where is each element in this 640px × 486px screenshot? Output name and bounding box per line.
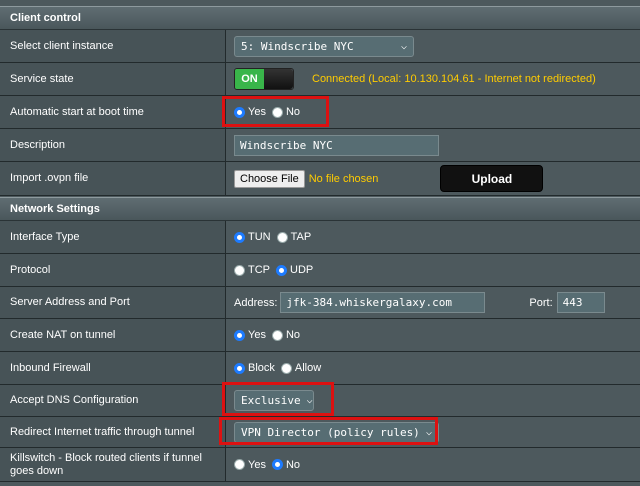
- row-value: TUN TAP: [226, 221, 640, 253]
- row-interface-type: Interface Type TUN TAP: [0, 221, 640, 254]
- row-value: Yes No: [226, 319, 640, 351]
- row-label: Redirect Internet traffic through tunnel: [0, 417, 226, 447]
- radio-label: TAP: [290, 231, 312, 243]
- row-create-nat: Create NAT on tunnel Yes No: [0, 319, 640, 352]
- interface-tap-radio[interactable]: [276, 231, 288, 243]
- highlight-box: [219, 417, 438, 445]
- row-label: Server Address and Port: [0, 287, 226, 318]
- select-value: 5: Windscribe NYC: [241, 39, 354, 53]
- server-address-input[interactable]: jfk-384.whiskergalaxy.com: [280, 292, 486, 313]
- client-instance-select[interactable]: 5: Windscribe NYC ⌵: [234, 35, 414, 57]
- row-value: Choose File No file chosen Upload: [226, 162, 640, 195]
- row-value: Yes No: [226, 448, 640, 481]
- section-title: Network Settings: [10, 203, 100, 215]
- port-label: Port:: [529, 296, 553, 309]
- row-import-ovpn: Import .ovpn file Choose File No file ch…: [0, 162, 640, 196]
- interface-tun-radio[interactable]: [234, 231, 245, 243]
- row-value: 5: Windscribe NYC ⌵: [226, 30, 640, 62]
- radio-label: Yes: [248, 458, 266, 471]
- description-input[interactable]: Windscribe NYC: [234, 134, 439, 156]
- row-service-state: Service state ON Connected (Local: 10.13…: [0, 63, 640, 96]
- radio-label: TCP: [248, 264, 270, 276]
- port-input[interactable]: 443: [556, 292, 605, 313]
- upload-button[interactable]: Upload: [440, 165, 544, 192]
- radio-label: UDP: [290, 264, 314, 276]
- protocol-tcp-radio[interactable]: [234, 264, 245, 276]
- row-value: Windscribe NYC: [226, 129, 640, 161]
- firewall-block-radio[interactable]: [234, 362, 245, 374]
- row-select-client-instance: Select client instance 5: Windscribe NYC…: [0, 30, 640, 63]
- killswitch-yes-radio[interactable]: [234, 459, 245, 470]
- radio-label: Block: [248, 362, 275, 374]
- row-label: Accept DNS Configuration: [0, 385, 226, 416]
- toggle-on-label: ON: [235, 69, 264, 89]
- row-label: Automatic start at boot time: [0, 96, 226, 128]
- nat-yes-radio[interactable]: [234, 329, 245, 341]
- row-label: Inbound Firewall: [0, 352, 226, 384]
- no-file-chosen-text: No file chosen: [308, 172, 379, 185]
- row-label: Interface Type: [0, 221, 226, 253]
- address-label: Address:: [234, 296, 278, 309]
- section-title: Client control: [10, 12, 81, 24]
- service-state-toggle[interactable]: ON: [234, 68, 294, 90]
- radio-label: TUN: [248, 231, 271, 243]
- toggle-knob: [264, 69, 293, 89]
- row-label: Import .ovpn file: [0, 162, 226, 195]
- row-label: Select client instance: [0, 30, 226, 62]
- row-label: Killswitch - Block routed clients if tun…: [0, 448, 226, 481]
- killswitch-no-radio[interactable]: [271, 459, 283, 470]
- radio-label: Yes: [248, 329, 266, 341]
- nat-no-radio[interactable]: [271, 329, 283, 341]
- row-description: Description Windscribe NYC: [0, 129, 640, 162]
- row-label: Service state: [0, 63, 226, 95]
- highlight-box: [222, 382, 334, 416]
- section-header-network-settings: Network Settings: [0, 197, 640, 221]
- row-server-address: Server Address and Port Address: jfk-384…: [0, 287, 640, 319]
- radio-label: No: [285, 458, 301, 471]
- row-label: Protocol: [0, 254, 226, 286]
- row-value: Address: jfk-384.whiskergalaxy.com Port:…: [226, 287, 640, 318]
- row-protocol: Protocol TCP UDP: [0, 254, 640, 287]
- row-label: Description: [0, 129, 226, 161]
- radio-label: Allow: [294, 362, 322, 374]
- highlight-box: [222, 96, 329, 127]
- row-value: ON Connected (Local: 10.130.104.61 - Int…: [226, 63, 640, 95]
- connection-status: Connected (Local: 10.130.104.61 - Intern…: [312, 73, 596, 85]
- row-value: Block Allow: [226, 352, 640, 384]
- row-killswitch: Killswitch - Block routed clients if tun…: [0, 448, 640, 482]
- row-value: TCP UDP: [226, 254, 640, 286]
- row-label: Create NAT on tunnel: [0, 319, 226, 351]
- firewall-allow-radio[interactable]: [280, 362, 292, 374]
- section-header-client-control: Client control: [0, 6, 640, 30]
- choose-file-button[interactable]: Choose File: [234, 169, 305, 188]
- row-inbound-firewall: Inbound Firewall Block Allow: [0, 352, 640, 385]
- radio-label: No: [285, 329, 301, 341]
- chevron-down-icon: ⌵: [400, 40, 407, 52]
- protocol-udp-radio[interactable]: [276, 264, 287, 276]
